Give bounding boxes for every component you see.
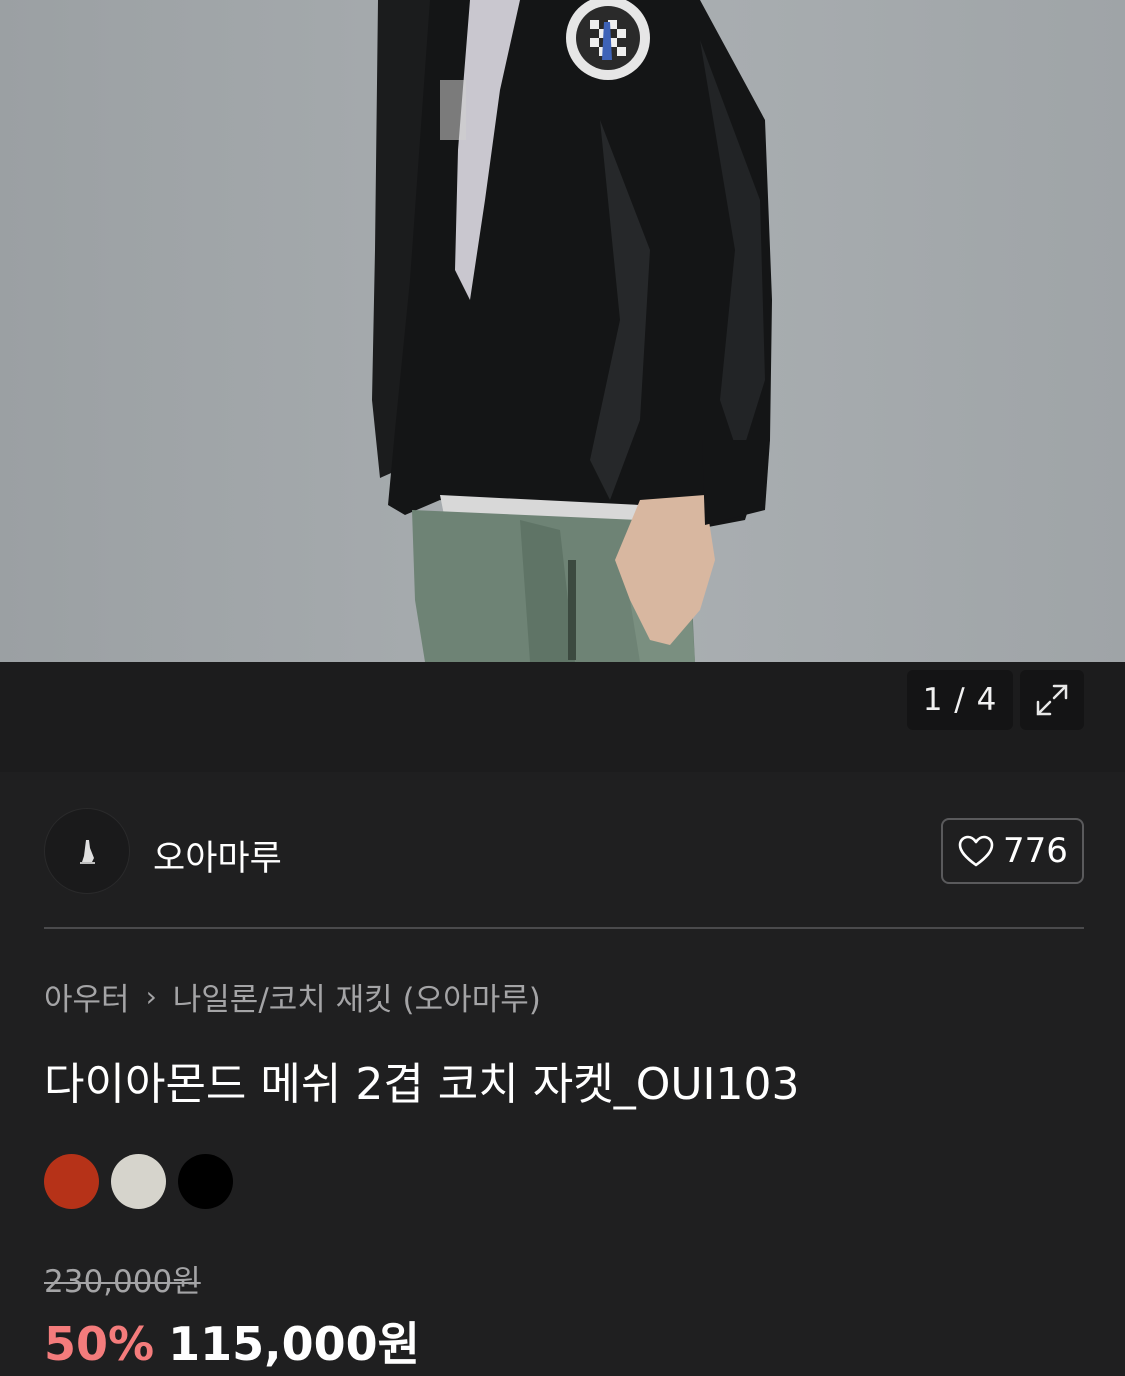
brand-row: 오아마루 776 [44,806,1084,896]
sale-price: 115,000원 [168,1317,420,1371]
brand-logo-icon [80,840,95,864]
image-counter: 1 / 4 [907,670,1013,730]
like-count: 776 [1003,831,1068,871]
image-counter-text: 1 / 4 [922,682,998,718]
original-price: 230,000원 [44,1264,201,1300]
divider [44,927,1084,929]
product-title: 다이아몬드 메쉬 2겹 코치 자켓_OUI103 [44,1059,800,1110]
color-swatches [44,1154,233,1209]
brand-name[interactable]: 오아마루 [153,830,282,881]
discount-rate: 50% [44,1317,155,1371]
breadcrumb: 아우터 › 나일론/코치 재킷 (오아마루) [44,974,541,1019]
breadcrumb-category[interactable]: 아우터 [44,974,130,1019]
product-image[interactable] [0,0,1125,662]
product-photo-illustration [372,0,772,662]
heart-icon [958,835,994,867]
price-row: 50% 115,000원 [44,1308,420,1374]
expand-button[interactable] [1020,670,1084,730]
brand-avatar[interactable] [44,808,130,894]
swatch-ivory[interactable] [111,1154,166,1209]
swatch-black[interactable] [178,1154,233,1209]
swatch-red[interactable] [44,1154,99,1209]
like-button[interactable]: 776 [941,818,1084,884]
breadcrumb-subcategory[interactable]: 나일론/코치 재킷 (오아마루) [173,974,541,1019]
expand-icon [1036,684,1068,716]
chevron-right-icon: › [145,980,157,1013]
